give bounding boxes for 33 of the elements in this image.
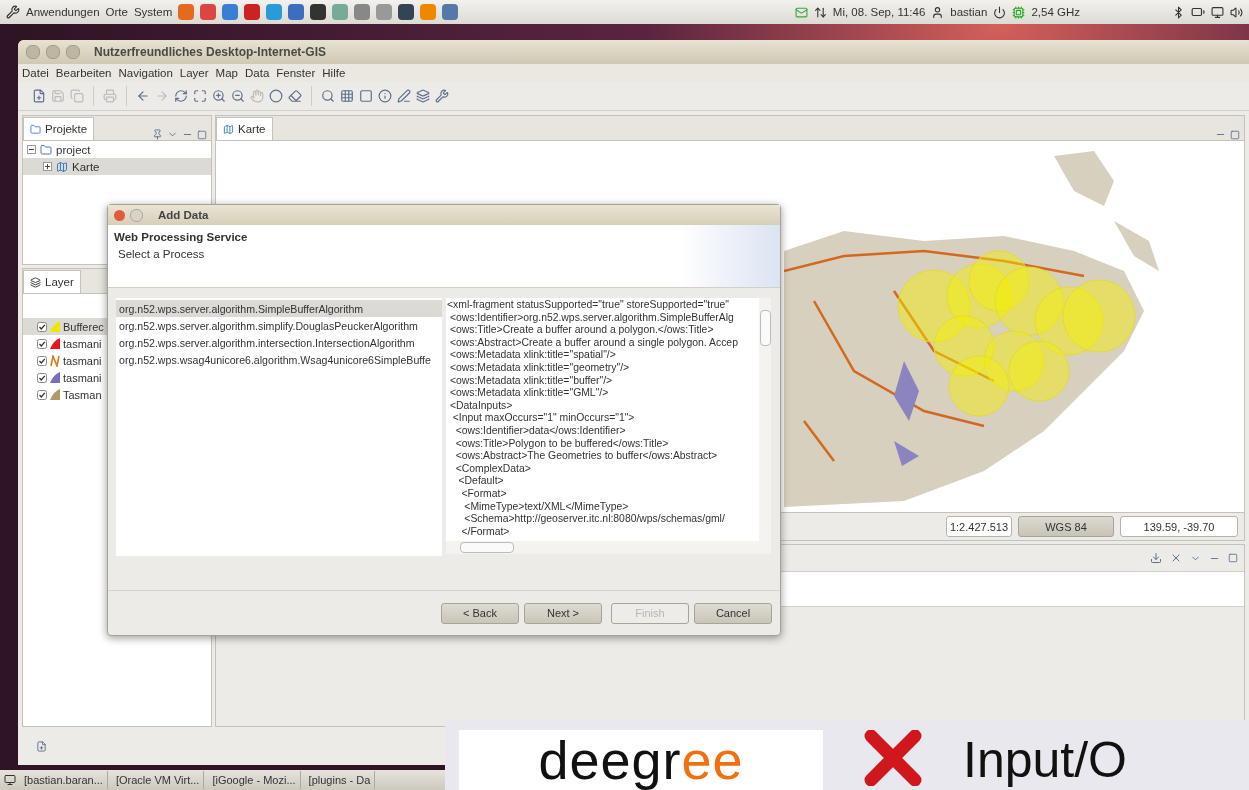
xml-line: <ows:Title>Polygon to be buffered</ows:Title> — [454, 437, 670, 451]
xml-line: <Format> — [460, 487, 508, 501]
xml-line: <ows:Metadata xlink:title="GML"/> — [448, 387, 610, 400]
xml-line: <ows:Metadata xlink:title="spatial"/> — [448, 349, 617, 362]
xml-line: <ComplexData> — [454, 462, 532, 476]
logo: deegree — [459, 730, 823, 790]
xml-line: <Input maxOccurs="1" minOccurs="1"> — [451, 412, 636, 425]
xml-line: <Default> — [457, 475, 505, 488]
xml-line: <ows:Identifier>data</ows:Identifier> — [454, 424, 627, 438]
wizard-subheading: Select a Process — [118, 248, 206, 260]
layer-name: tasmani — [63, 371, 102, 384]
xml-line: <DataInputs> — [448, 399, 514, 413]
coordinates-field: 139.59, -39.70 — [1120, 516, 1238, 537]
layer-name: tasmani — [63, 354, 102, 367]
layer-name: tasmani — [63, 337, 102, 350]
window-title: Nutzerfreundliches Desktop-Internet-GIS — [94, 45, 327, 59]
tree-label: project — [56, 143, 91, 156]
xml-line: <ows:Metadata xlink:title="geometry"/> — [448, 361, 631, 375]
xml-line: <ows:Title>Create a buffer around a polygon.</ows:Title> — [448, 324, 715, 337]
xml-line: <ows:Abstract>The Geometries to buffer</ows:Abstract> — [454, 450, 719, 463]
dialog-title: Add Data — [158, 209, 209, 221]
xml-line: <xml-fragment statusSupported="true" storeSupported="true" — [447, 299, 730, 312]
xml-line: <ows:Metadata xlink:title="buffer"/> — [448, 374, 614, 388]
xml-line: <Schema>http://geoserver.itc.nl:8080/wps/schemas/gml/ — [463, 513, 726, 526]
tree-label: Karte — [72, 160, 100, 173]
xml-line: <ows:Abstract>Create a buffer around a single polygon. Accep — [448, 336, 739, 350]
wizard-heading: Web Processing Service — [114, 231, 249, 243]
layer-name: Tasman — [63, 388, 102, 401]
xml-line: <ows:Identifier>org.n52.wps.server.algorithm.SimpleBufferAlg — [448, 311, 735, 325]
xml-line: </Format> — [460, 525, 511, 539]
slide-caption: Input/O — [963, 731, 1127, 790]
layer-name: Bufferec — [63, 320, 104, 333]
xml-line: <MimeType>text/XML</MimeType> — [463, 500, 630, 514]
